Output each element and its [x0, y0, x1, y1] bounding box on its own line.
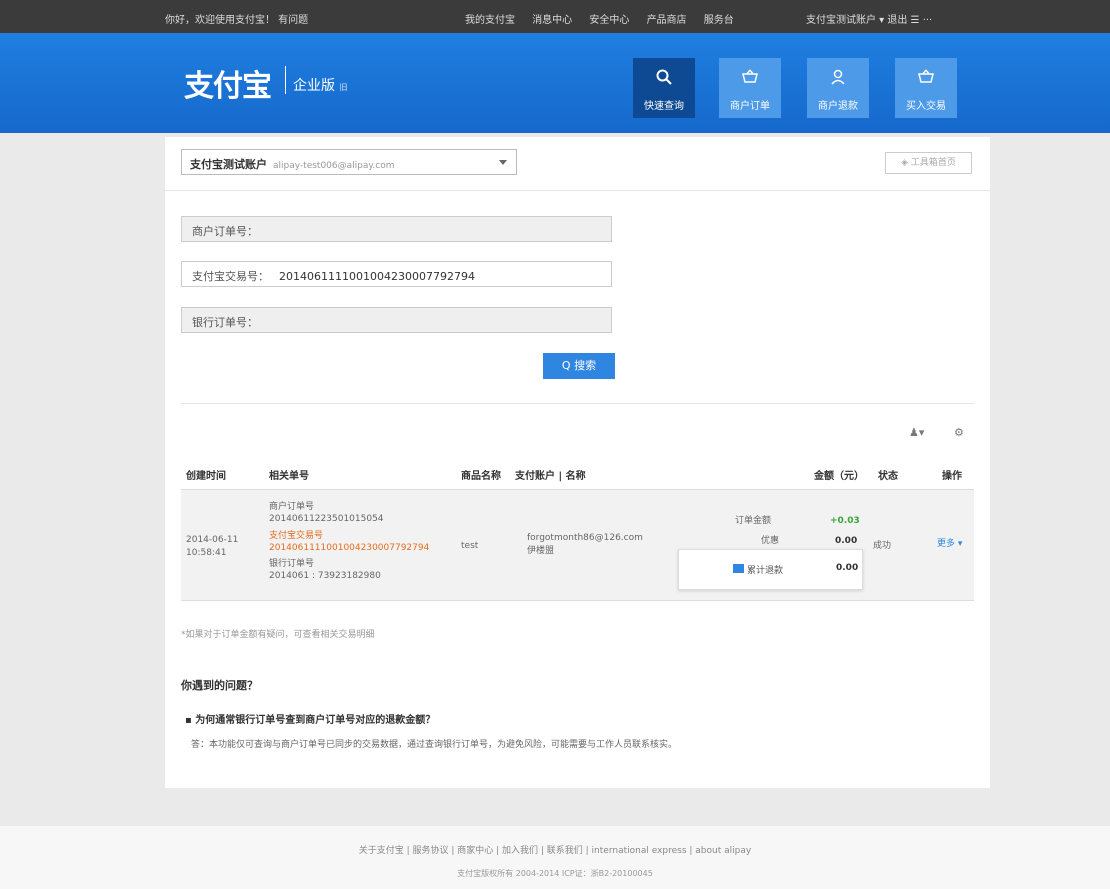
footer: 关于支付宝 | 服务协议 | 商家中心 | 加入我们 | 联系我们 | inte…: [0, 826, 1110, 889]
col-action: 操作: [942, 471, 962, 482]
bank-order-field[interactable]: 银行订单号：: [181, 307, 612, 333]
row-product: test: [461, 541, 479, 551]
row-account-name: 伊楼盟: [527, 546, 555, 556]
row-status: 成功: [873, 541, 892, 551]
amount-label-discount: 优惠: [761, 536, 780, 546]
logo-divider: [285, 66, 286, 94]
footer-links[interactable]: 关于支付宝 | 服务协议 | 商家中心 | 加入我们 | 联系我们 | inte…: [0, 843, 1110, 856]
col-status: 状态: [878, 471, 898, 482]
col-created: 创建时间: [186, 471, 226, 482]
refund-label: 累计退款: [747, 566, 784, 576]
merchant-no: 20140611223501015054: [269, 514, 384, 524]
edition-label: 企业版 旧: [293, 75, 347, 95]
detail-note-link[interactable]: *如果对于订单金额有疑问，可查看相关交易明细: [181, 627, 375, 640]
topbar-nav-messages[interactable]: 消息中心: [532, 15, 572, 26]
topbar-greeting: 你好，欢迎使用支付宝！ 有问题: [165, 15, 309, 26]
chevron-down-icon: [499, 160, 507, 165]
minus-square-icon: [733, 564, 744, 573]
col-ref-no: 相关单号: [269, 471, 309, 482]
faq-title: 你遇到的问题？: [181, 679, 258, 692]
account-select[interactable]: 支付宝测试账户 alipay-test006@alipay.com: [181, 149, 517, 175]
col-account: 支付账户 | 名称: [515, 471, 586, 482]
topbar-user-menu[interactable]: 支付宝测试账户 ▾ 退出 ☰ ···: [806, 11, 932, 26]
amount-discount: 0.00: [835, 536, 858, 546]
amount-label-order: 订单金额: [735, 516, 772, 526]
person-icon: [807, 68, 869, 91]
topbar-nav: 我的支付宝 消息中心 安全中心 产品商店 服务台: [465, 11, 748, 26]
tile-merchant-orders[interactable]: 商户订单: [719, 58, 781, 118]
merchant-order-field[interactable]: 商户订单号：: [181, 216, 612, 242]
top-bar: 你好，欢迎使用支付宝！ 有问题 我的支付宝 消息中心 安全中心 产品商店 服务台…: [0, 0, 1110, 33]
gear-icon[interactable]: ⚙: [954, 426, 964, 439]
edition-sub: 旧: [339, 83, 348, 92]
bank-order-label: 银行订单号：: [192, 316, 258, 329]
download-icon[interactable]: ♟▾: [909, 426, 924, 439]
topbar-nav-service[interactable]: 服务台: [704, 15, 734, 26]
tile-buy-trades[interactable]: 买入交易: [895, 58, 957, 118]
tile-label: 买入交易: [906, 101, 946, 112]
col-product: 商品名称: [461, 471, 501, 482]
topbar-nav-my-alipay[interactable]: 我的支付宝: [465, 15, 515, 26]
refund-popup: 累计退款 0.00: [678, 549, 863, 590]
alipay-trade-label: 支付宝交易号：: [192, 270, 269, 283]
toolbox-button[interactable]: ◈ 工具箱首页: [885, 152, 972, 174]
divider: [165, 190, 990, 191]
search-button[interactable]: Q 搜索: [543, 353, 615, 379]
col-amount: 金额（元）: [814, 471, 864, 482]
merchant-order-label: 商户订单号：: [192, 225, 258, 238]
divider: [181, 403, 974, 404]
alipay-trade-field[interactable]: 支付宝交易号： 2014061111001004230007792794: [181, 261, 612, 287]
refund-value: 0.00: [836, 563, 859, 573]
alipay-logo[interactable]: 支付宝: [184, 61, 272, 105]
basket-icon: [719, 68, 781, 91]
faq-question[interactable]: ▪ 为何通常银行订单号查到商户订单号对应的退款金额？: [185, 711, 435, 726]
tile-label: 快速查询: [644, 101, 684, 112]
tile-merchant-refund[interactable]: 商户退款: [807, 58, 869, 118]
bank-no: 2014061 : 73923182980: [269, 571, 381, 581]
row-time: 10:58:41: [186, 548, 227, 558]
faq-answer: 答：本功能仅可查询与商户订单号已同步的交易数据，通过查询银行订单号，为避免风险，…: [191, 740, 678, 750]
basket-icon: [895, 68, 957, 91]
row-date: 2014-06-11: [186, 535, 239, 545]
tile-label: 商户订单: [730, 101, 770, 112]
edition-text: 企业版: [293, 78, 335, 94]
account-email: alipay-test006@alipay.com: [273, 161, 395, 171]
alipay-no: 2014061111001004230007792794: [269, 543, 430, 553]
tile-quick-search[interactable]: 快速查询: [633, 58, 695, 118]
tile-label: 商户退款: [818, 101, 858, 112]
topbar-nav-security[interactable]: 安全中心: [589, 15, 629, 26]
row-account-email: forgotmonth86@126.com: [527, 533, 643, 543]
header-banner: 支付宝 企业版 旧 快速查询 商户订单 商户退款 买入交易: [0, 33, 1110, 133]
account-name: 支付宝测试账户: [190, 158, 267, 171]
more-action-link[interactable]: 更多 ▾: [937, 538, 962, 551]
alipay-trade-value: 2014061111001004230007792794: [279, 270, 475, 283]
amount-order: +0.03: [830, 516, 860, 526]
topbar-nav-store[interactable]: 产品商店: [647, 15, 687, 26]
footer-copyright: 支付宝版权所有 2004-2014 ICP证：浙B2-20100045: [457, 869, 653, 878]
main-card: 支付宝测试账户 alipay-test006@alipay.com ◈ 工具箱首页…: [165, 137, 990, 788]
search-icon: [633, 68, 695, 91]
